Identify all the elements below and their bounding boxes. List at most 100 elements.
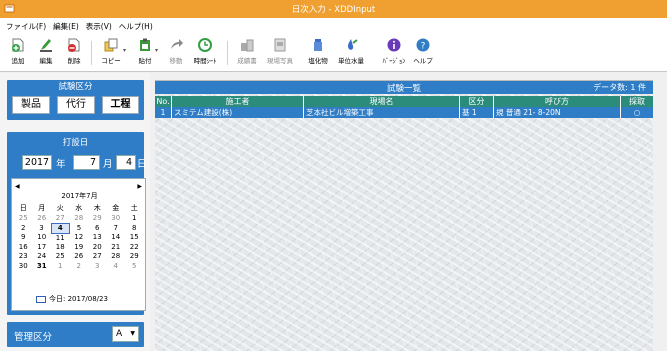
list-title: 試験一覧	[386, 84, 421, 94]
calendar-day[interactable]: 5	[125, 262, 144, 272]
timesheet-button[interactable]: 時間ｼｰﾄ	[190, 36, 220, 70]
data-count: データ数: 1 件	[593, 83, 646, 92]
calendar-day[interactable]: 21	[107, 243, 126, 253]
calendar-day-selected[interactable]: 4	[50, 222, 70, 234]
edit-button[interactable]: 編集	[31, 36, 61, 70]
calendar-grid: 日 月 火 水 木 金 土 25 26 27 28 29 30 1 2 3 4 …	[14, 204, 144, 271]
menu-view[interactable]: 表示(V)	[86, 21, 112, 32]
calendar-day[interactable]: 29	[88, 214, 107, 224]
calendar-day[interactable]: 29	[125, 252, 144, 262]
calendar-day[interactable]: 23	[14, 252, 33, 262]
calendar-week: 23 24 25 26 27 28 29	[14, 252, 144, 262]
today-link[interactable]: 今日: 2017/08/23	[36, 294, 108, 304]
calendar-day[interactable]: 15	[125, 233, 144, 243]
month-input[interactable]: 7	[73, 155, 100, 170]
edit-icon	[40, 39, 52, 52]
toolbar-separator	[227, 41, 228, 65]
calendar-day[interactable]: 25	[51, 252, 70, 262]
calendar-day[interactable]: 1	[51, 262, 70, 272]
management-select[interactable]: A ▼	[112, 326, 139, 342]
category-process-button[interactable]: 工程	[102, 96, 139, 114]
prev-month-icon[interactable]: ◀	[15, 183, 20, 190]
calendar-day[interactable]: 6	[88, 223, 107, 233]
column-header-sampling[interactable]: 採取	[621, 96, 653, 107]
move-icon	[171, 39, 183, 49]
calendar-day[interactable]: 27	[51, 214, 70, 224]
calendar-day[interactable]: 24	[33, 252, 52, 262]
calendar-day[interactable]: 2	[70, 262, 89, 272]
calendar-day[interactable]: 4	[107, 262, 126, 272]
calendar-day[interactable]: 8	[125, 223, 144, 233]
calendar-day[interactable]: 5	[70, 223, 89, 233]
calendar-day[interactable]: 31	[33, 262, 52, 272]
column-header-category[interactable]: 区分	[460, 96, 494, 107]
calendar-day[interactable]: 26	[70, 252, 89, 262]
weekday-label: 木	[93, 204, 101, 213]
chloride-button[interactable]: 塩化物	[303, 36, 333, 70]
column-header-contractor[interactable]: 施工者	[172, 96, 304, 107]
calendar[interactable]: ◀ ▶ 2017年7月 日 月 火 水 木 金 土 25 26 27 28 29…	[11, 178, 146, 311]
calendar-day[interactable]: 18	[51, 243, 70, 253]
photo-button[interactable]: 現場写真	[265, 36, 295, 70]
calendar-day[interactable]: 3	[88, 262, 107, 272]
table-row[interactable]: 1 スミテム建設(株) 芝本社ビル増築工事 基 1 規 普通 21- 8-20N…	[155, 107, 653, 118]
help-button[interactable]: ? ヘルプ	[408, 36, 438, 70]
calendar-day[interactable]: 14	[107, 233, 126, 243]
paste-dropdown-icon[interactable]: ▾	[155, 47, 158, 54]
column-header-site[interactable]: 現場名	[304, 96, 460, 107]
cell-site: 芝本社ビル増築工事	[304, 107, 460, 118]
menu-edit[interactable]: 編集(E)	[53, 21, 79, 32]
calendar-day[interactable]: 26	[33, 214, 52, 224]
copy-dropdown-icon[interactable]: ▾	[123, 47, 126, 54]
year-input[interactable]: 2017	[22, 155, 52, 170]
add-icon	[12, 38, 24, 52]
cell-contractor: スミテム建設(株)	[172, 107, 304, 118]
calendar-day[interactable]: 28	[70, 214, 89, 224]
water-button[interactable]: 単位水量	[336, 36, 366, 70]
menu-bar: ファイル(F) 編集(E) 表示(V) ヘルプ(H)	[0, 18, 667, 35]
category-product-button[interactable]: 製品	[12, 96, 50, 114]
calendar-month-title: 2017年7月	[61, 192, 98, 200]
report-button[interactable]: 成績書	[232, 36, 262, 70]
calendar-day[interactable]: 30	[107, 214, 126, 224]
calendar-day[interactable]: 11	[51, 233, 70, 243]
chevron-down-icon: ▼	[130, 330, 135, 337]
menu-file[interactable]: ファイル(F)	[6, 21, 46, 32]
calendar-day[interactable]: 12	[70, 233, 89, 243]
delete-button[interactable]: 削除	[59, 36, 89, 70]
calendar-day[interactable]: 7	[107, 223, 126, 233]
calendar-day[interactable]: 1	[125, 214, 144, 224]
calendar-day[interactable]: 2	[14, 223, 33, 233]
clock-icon	[198, 38, 212, 52]
category-proxy-button[interactable]: 代行	[57, 96, 95, 114]
column-header-no[interactable]: No.	[155, 96, 172, 107]
grid-header-row: No. 施工者 現場名 区分 呼び方 採取	[155, 96, 653, 107]
calendar-day[interactable]: 16	[14, 243, 33, 253]
help-icon: ?	[416, 38, 430, 52]
move-button[interactable]: 移動	[161, 36, 191, 70]
calendar-day[interactable]: 9	[14, 233, 33, 243]
add-button[interactable]: 追加	[3, 36, 33, 70]
version-button[interactable]: ﾊﾞｰｼﾞｮﾝ	[379, 36, 409, 70]
calendar-day[interactable]: 13	[88, 233, 107, 243]
calendar-day[interactable]: 17	[33, 243, 52, 253]
menu-help[interactable]: ヘルプ(H)	[119, 21, 153, 32]
calendar-day[interactable]: 28	[107, 252, 126, 262]
calendar-day[interactable]: 27	[88, 252, 107, 262]
calendar-day[interactable]: 19	[70, 243, 89, 253]
calendar-day[interactable]: 22	[125, 243, 144, 253]
day-input[interactable]: 4	[116, 155, 136, 170]
copy-button[interactable]: コピー	[96, 36, 126, 70]
next-month-icon[interactable]: ▶	[137, 183, 142, 190]
calendar-day[interactable]: 30	[14, 262, 33, 272]
column-header-designation[interactable]: 呼び方	[494, 96, 621, 107]
chloride-icon	[314, 39, 322, 51]
paste-icon	[140, 38, 150, 51]
calendar-week: 25 26 27 28 29 30 1	[14, 214, 144, 224]
delete-icon	[68, 38, 80, 52]
month-unit-label: 月	[103, 159, 113, 170]
calendar-day[interactable]: 10	[33, 233, 52, 243]
calendar-day[interactable]: 3	[33, 223, 52, 233]
calendar-day[interactable]: 20	[88, 243, 107, 253]
calendar-day[interactable]: 25	[14, 214, 33, 224]
